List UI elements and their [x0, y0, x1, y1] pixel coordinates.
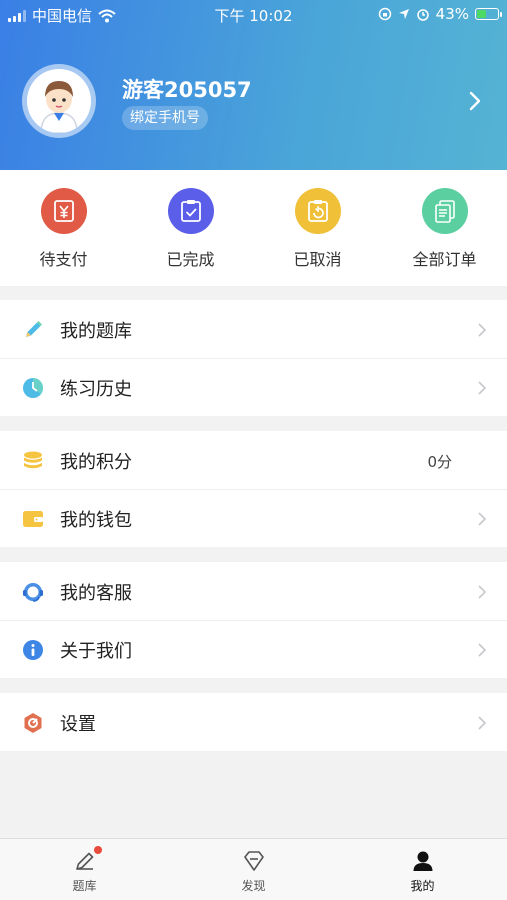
bottom-tab-bar: 题库 发现 我的: [0, 838, 507, 900]
wallet-icon: [23, 511, 43, 527]
tab-label-mine: 我的: [410, 879, 435, 893]
menu-label-support: 我的客服: [60, 583, 132, 604]
battery-icon: [475, 8, 502, 20]
order-all[interactable]: 全部订单: [381, 188, 507, 269]
order-pending-label: 待支付: [39, 250, 88, 269]
chevron-right-icon: [478, 643, 487, 657]
menu-section-study: 我的题库 练习历史: [0, 300, 507, 416]
order-cancelled-label: 已取消: [293, 250, 342, 269]
menu-label-about: 关于我们: [60, 641, 132, 662]
menu-item-question-bank[interactable]: 我的题库: [0, 300, 507, 358]
avatar[interactable]: [22, 64, 96, 138]
order-shortcuts: 待支付 已完成 已取消 全部订单: [0, 170, 507, 286]
yuan-icon: [40, 188, 87, 234]
chevron-right-icon: [478, 381, 487, 395]
tab-mine[interactable]: 我的: [338, 839, 507, 900]
chevron-right-icon[interactable]: [466, 90, 484, 112]
menu-item-wallet[interactable]: 我的钱包: [0, 489, 507, 547]
menu-label-settings: 设置: [60, 714, 96, 735]
chevron-right-icon: [478, 716, 487, 730]
pencil-icon: [75, 852, 93, 870]
person-icon: [413, 851, 432, 871]
menu-item-history[interactable]: 练习历史: [0, 358, 507, 416]
points-value: 0分: [427, 453, 452, 471]
document-stack-icon: [421, 188, 468, 234]
profile-card[interactable]: 游客205057 绑定手机号: [22, 64, 492, 138]
location-icon: [398, 9, 409, 19]
notification-badge: [93, 846, 102, 854]
menu-section-support: 我的客服 关于我们: [0, 562, 507, 678]
order-completed-label: 已完成: [166, 250, 215, 269]
pencil-icon: [26, 321, 42, 337]
clock-icon: [23, 378, 43, 398]
chevron-right-icon: [478, 323, 487, 337]
coins-icon: [24, 451, 42, 469]
chevron-right-icon: [478, 512, 487, 526]
menu-section-assets: 我的积分 0分 我的钱包: [0, 431, 507, 547]
alarm-icon: [416, 9, 429, 21]
status-bar: 中国电信 下午 10:02 43%: [0, 0, 507, 28]
order-all-label: 全部订单: [412, 250, 477, 269]
tab-label-question-bank: 题库: [72, 879, 97, 893]
order-pending-payment[interactable]: 待支付: [0, 188, 127, 269]
bind-phone-button[interactable]: 绑定手机号: [122, 106, 208, 130]
order-cancelled[interactable]: 已取消: [254, 188, 381, 269]
menu-section-settings: 设置: [0, 693, 507, 751]
tab-label-discover: 发现: [241, 879, 266, 893]
menu-item-settings[interactable]: 设置: [0, 693, 507, 751]
menu-label-history: 练习历史: [60, 379, 132, 400]
order-completed[interactable]: 已完成: [127, 188, 254, 269]
menu-item-about[interactable]: 关于我们: [0, 620, 507, 678]
profile-header: 中国电信 下午 10:02 43% 游客205057 绑定手机号: [0, 0, 507, 170]
tab-discover[interactable]: 发现: [169, 839, 338, 900]
menu-label-points: 我的积分: [60, 452, 132, 473]
menu-item-points[interactable]: 我的积分 0分: [0, 431, 507, 489]
chevron-right-icon: [478, 585, 487, 599]
menu-label-question-bank: 我的题库: [60, 321, 132, 342]
tab-question-bank[interactable]: 题库: [0, 839, 169, 900]
username: 游客205057: [122, 78, 252, 102]
cancel-clipboard-icon: [294, 188, 341, 234]
menu-item-support[interactable]: 我的客服: [0, 562, 507, 620]
check-clipboard-icon: [167, 188, 214, 234]
menu-label-wallet: 我的钱包: [60, 510, 132, 531]
diamond-icon: [243, 851, 264, 871]
headset-icon: [23, 583, 43, 602]
info-icon: [23, 640, 43, 660]
rotation-lock-icon: [378, 7, 391, 21]
gear-icon: [24, 713, 42, 733]
battery-percent: 43%: [435, 5, 469, 23]
